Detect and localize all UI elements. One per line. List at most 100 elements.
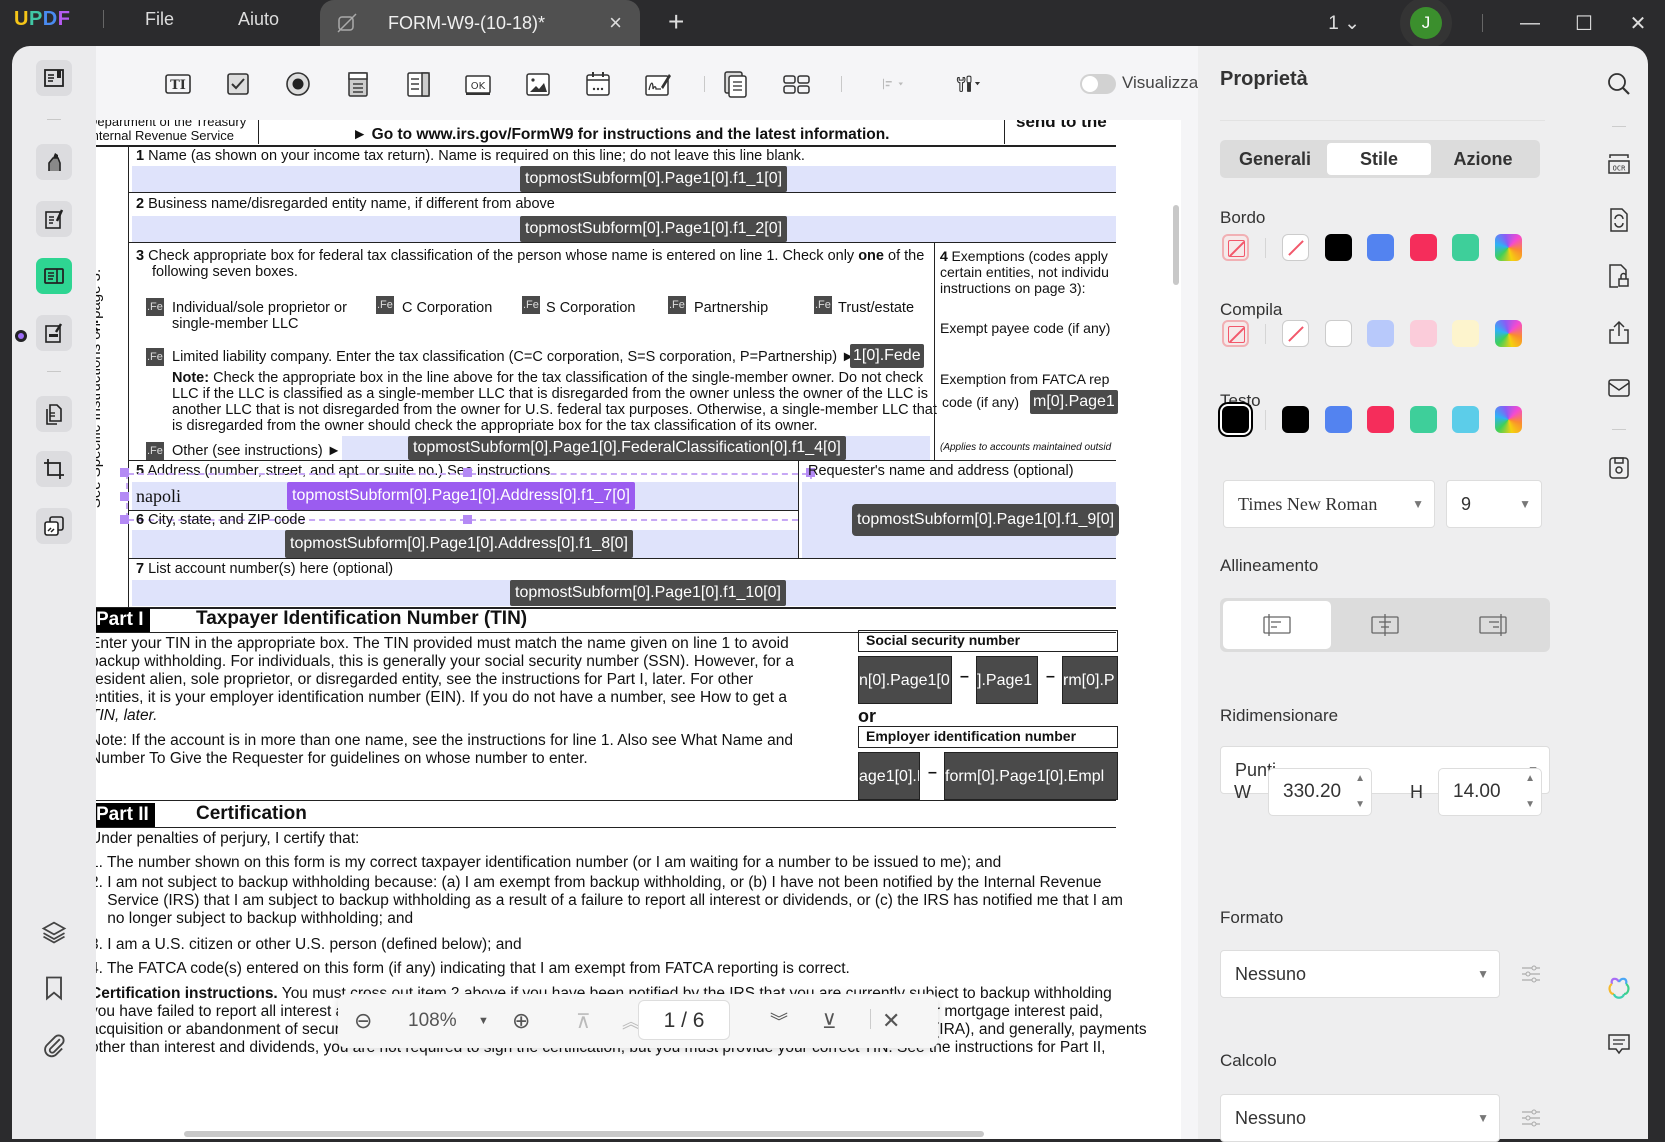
color-swatch[interactable] [1452, 234, 1479, 261]
signature-field-tool[interactable] [642, 68, 674, 100]
llc-checkbox[interactable]: .Fe [146, 348, 164, 366]
no-color-swatch[interactable] [1282, 234, 1309, 261]
user-avatar[interactable]: J [1410, 7, 1442, 39]
increment-icon[interactable]: ▲ [1525, 771, 1535, 787]
fields-list-tool[interactable] [720, 68, 752, 100]
text-field-tool[interactable]: TI [162, 68, 194, 100]
decrement-icon[interactable]: ▼ [1525, 797, 1535, 813]
align-left-button[interactable] [1223, 601, 1331, 649]
maximize-button[interactable]: ☐ [1557, 11, 1611, 36]
font-size-select[interactable]: 9 ▼ [1446, 480, 1542, 528]
menu-help[interactable]: Aiuto [238, 9, 279, 30]
comment-button[interactable] [1605, 1030, 1633, 1058]
color-swatch[interactable] [1452, 406, 1479, 433]
decrement-icon[interactable]: ▼ [1355, 797, 1365, 813]
current-fill-color-swatch[interactable] [1222, 320, 1249, 347]
button-tool[interactable]: OK [462, 68, 494, 100]
minimize-button[interactable]: — [1503, 12, 1557, 35]
protect-button[interactable] [1605, 262, 1633, 290]
attachment-icon[interactable] [40, 1031, 68, 1059]
layers-icon[interactable] [40, 918, 68, 946]
address-value[interactable]: napoli [136, 486, 181, 507]
radio-button-tool[interactable] [282, 68, 314, 100]
share-button[interactable] [1605, 318, 1633, 346]
width-input[interactable]: 330.20 ▲ ▼ [1268, 768, 1372, 816]
last-page-icon[interactable]: ⊻ [822, 1009, 837, 1034]
color-swatch[interactable] [1282, 406, 1309, 433]
zoom-in-icon[interactable]: ⊕ [512, 1008, 530, 1034]
zoom-level[interactable]: 108% [408, 1010, 457, 1032]
close-window-button[interactable]: ✕ [1611, 11, 1665, 36]
window-count-dropdown[interactable]: 1 ⌄ [1328, 12, 1360, 35]
search-button[interactable] [1605, 70, 1633, 98]
ein-part-2[interactable]: form[0].Page1[0].Empl [944, 752, 1118, 800]
close-pager-icon[interactable]: ✕ [882, 1008, 900, 1034]
current-text-color-swatch[interactable] [1222, 406, 1249, 433]
color-swatch[interactable] [1409, 234, 1437, 261]
ai-assistant-button[interactable] [1605, 974, 1633, 1002]
save-button[interactable] [1605, 454, 1633, 482]
other-classification-field[interactable]: topmostSubform[0].Page1[0].FederalClassi… [408, 436, 846, 460]
grid-tool[interactable] [780, 68, 812, 100]
ssn-part-3[interactable]: rm[0].P [1062, 656, 1118, 704]
color-swatch[interactable] [1367, 406, 1394, 433]
list-box-tool[interactable] [402, 68, 434, 100]
image-field-tool[interactable] [522, 68, 554, 100]
resize-handle[interactable] [120, 515, 129, 524]
partnership-checkbox[interactable]: .Fe [668, 296, 686, 314]
tab-stile[interactable]: Stile [1327, 143, 1431, 175]
zoom-dropdown-icon[interactable]: ▼ [478, 1015, 489, 1027]
individual-checkbox[interactable]: .Fe [146, 298, 164, 316]
custom-color-swatch[interactable] [1494, 406, 1522, 433]
current-border-color-swatch[interactable] [1222, 234, 1249, 261]
llc-classification-field[interactable]: 1[0].Fede [850, 344, 924, 368]
page-number-input[interactable]: 1 / 6 [638, 1000, 730, 1040]
email-button[interactable] [1605, 374, 1633, 402]
first-page-icon[interactable]: ⊼ [576, 1009, 591, 1034]
close-tab-icon[interactable]: × [609, 10, 622, 36]
height-input[interactable]: 14.00 ▲ ▼ [1438, 768, 1542, 816]
align-tool-dropdown[interactable] [874, 68, 914, 100]
requester-field[interactable]: topmostSubform[0].Page1[0].f1_9[0] [852, 504, 1120, 536]
convert-button[interactable] [1605, 206, 1633, 234]
format-select[interactable]: Nessuno ▼ [1220, 950, 1500, 998]
sign-tool-button[interactable] [36, 315, 72, 351]
custom-color-swatch[interactable] [1494, 320, 1522, 347]
document-tab[interactable]: FORM-W9-(10-18)* × [320, 0, 640, 46]
dropdown-tool[interactable] [342, 68, 374, 100]
crop-tool-button[interactable] [36, 451, 72, 487]
ein-part-1[interactable]: age1[0].E [858, 752, 920, 800]
calc-select[interactable]: Nessuno ▼ [1220, 1094, 1500, 1142]
custom-color-swatch[interactable] [1494, 234, 1522, 261]
calc-settings-icon[interactable] [1520, 1108, 1542, 1128]
tools-dropdown[interactable] [946, 68, 992, 100]
tab-generali[interactable]: Generali [1223, 143, 1327, 175]
align-center-button[interactable] [1331, 601, 1439, 649]
format-settings-icon[interactable] [1520, 964, 1542, 984]
edit-tool-button[interactable] [36, 201, 72, 237]
checkbox-tool[interactable] [222, 68, 254, 100]
color-swatch[interactable] [1324, 320, 1352, 347]
fatca-code-field[interactable]: m[0].Page1 [1030, 390, 1118, 414]
ssn-part-1[interactable]: n[0].Page1[0 [858, 656, 952, 704]
other-checkbox[interactable]: .Fe [146, 442, 164, 460]
trust-checkbox[interactable]: .Fe [814, 296, 832, 314]
highlight-tool-button[interactable] [36, 144, 72, 180]
color-swatch[interactable] [1367, 234, 1394, 261]
tab-azione[interactable]: Azione [1431, 143, 1535, 175]
organize-pages-button[interactable] [36, 396, 72, 432]
no-color-swatch[interactable] [1282, 320, 1309, 347]
vertical-scrollbar[interactable] [1173, 205, 1179, 285]
watermark-tool-button[interactable] [36, 508, 72, 544]
name-field[interactable]: topmostSubform[0].Page1[0].f1_1[0] [520, 166, 788, 192]
new-tab-button[interactable]: + [668, 6, 684, 38]
form-tool-button[interactable] [36, 258, 72, 294]
align-right-button[interactable] [1439, 601, 1547, 649]
next-page-icon[interactable]: ︾ [770, 1008, 788, 1034]
resize-handle[interactable] [120, 492, 129, 501]
ssn-part-2[interactable]: ].Page1 [976, 656, 1038, 704]
horizontal-scrollbar[interactable] [184, 1131, 984, 1137]
color-swatch[interactable] [1409, 320, 1437, 347]
color-swatch[interactable] [1452, 320, 1479, 347]
preview-toggle[interactable] [1080, 74, 1116, 94]
